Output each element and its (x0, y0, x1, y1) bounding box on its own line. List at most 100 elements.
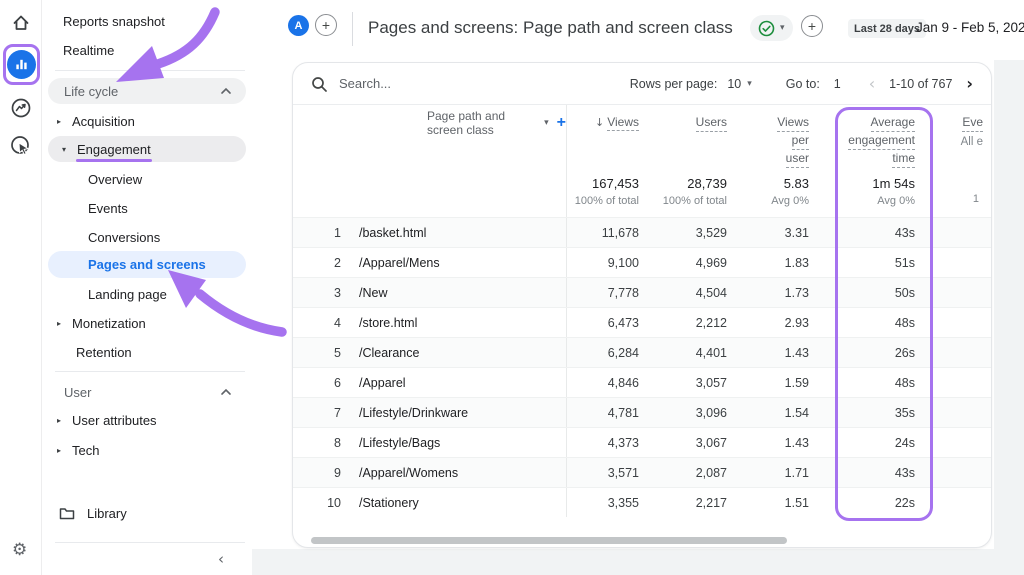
advertising-icon[interactable] (0, 134, 42, 158)
sidebar-item-label: Acquisition (72, 114, 135, 129)
dimension-selector[interactable]: Page path and screen class ▾ + (359, 105, 566, 135)
pagination-prev-icon[interactable]: ‹ (869, 74, 875, 93)
row-index: 1 (293, 226, 341, 240)
sidebar-item-overview[interactable]: Overview (88, 166, 142, 192)
header-index-spacer (293, 105, 341, 169)
sidebar-section-user[interactable]: User (48, 379, 246, 405)
page-title: Pages and screens: Page path and screen … (368, 18, 733, 38)
sidebar-item-tech[interactable]: ▸ Tech (57, 437, 99, 463)
row-views: 6,284 (567, 346, 639, 360)
sidebar-item-engagement[interactable]: ▾ Engagement (48, 136, 246, 162)
row-views-per-user: 1.83 (727, 256, 809, 270)
column-header-views-per-user[interactable]: Views per user (727, 105, 809, 169)
explore-icon[interactable] (0, 96, 42, 120)
row-page-path: /Stationery (341, 488, 567, 517)
row-views: 4,846 (567, 376, 639, 390)
table-row: 5 /Clearance 6,284 4,401 1.43 26s (293, 337, 991, 367)
row-avg-engagement-time: 48s (809, 376, 915, 390)
rows-per-page-select[interactable]: 10 ▾ (727, 77, 751, 91)
row-users: 4,504 (639, 286, 727, 300)
sidebar-divider (55, 542, 245, 543)
section-label: User (64, 385, 91, 400)
sidebar-item-user-attributes[interactable]: ▸ User attributes (57, 407, 157, 433)
sidebar-item-label: Reports snapshot (63, 14, 165, 29)
add-comparison-button[interactable]: + (315, 14, 337, 36)
expand-down-icon: ▾ (62, 145, 66, 154)
search-input[interactable] (337, 75, 487, 92)
row-views: 4,781 (567, 406, 639, 420)
row-users: 3,057 (639, 376, 727, 390)
date-range-chip[interactable]: Last 28 days (848, 19, 926, 38)
totals-value: 1m 54s (872, 176, 915, 191)
column-header-users[interactable]: Users (639, 105, 727, 169)
row-index: 7 (293, 406, 341, 420)
row-views: 11,678 (567, 226, 639, 240)
row-index: 8 (293, 436, 341, 450)
column-label: engagement (848, 132, 915, 150)
section-label: Life cycle (64, 84, 118, 99)
row-page-path: /store.html (341, 308, 567, 337)
add-dimension-icon[interactable]: + (557, 114, 566, 132)
sidebar-item-events[interactable]: Events (88, 195, 128, 221)
row-views-per-user: 1.71 (727, 466, 809, 480)
table-row: 7 /Lifestyle/Drinkware 4,781 3,096 1.54 … (293, 397, 991, 427)
row-index: 5 (293, 346, 341, 360)
date-range-value[interactable]: Jan 9 - Feb 5, 2024 (916, 20, 1024, 35)
home-icon[interactable] (0, 13, 42, 33)
sidebar-item-realtime[interactable]: Realtime (63, 37, 114, 63)
row-users: 3,096 (639, 406, 727, 420)
row-avg-engagement-time: 43s (809, 466, 915, 480)
row-page-path: /Lifestyle/Bags (341, 428, 567, 457)
settings-gear-icon[interactable]: ⚙ (12, 540, 27, 560)
property-avatar[interactable]: A (288, 15, 309, 36)
totals-dimension-spacer (341, 169, 567, 217)
header-divider (352, 12, 353, 46)
column-label: Views (777, 114, 809, 132)
chevron-down-icon: ▾ (747, 79, 752, 89)
add-report-button[interactable]: + (801, 15, 823, 37)
row-index: 9 (293, 466, 341, 480)
totals-event-count: 1 (915, 169, 991, 217)
column-header-views[interactable]: ↓Views (567, 105, 639, 169)
sidebar-item-monetization[interactable]: ▸ Monetization (57, 310, 146, 336)
pagination-next-icon[interactable]: › (966, 74, 973, 93)
reports-icon[interactable] (7, 50, 36, 79)
report-header: A + Pages and screens: Page path and scr… (252, 0, 1024, 60)
folder-icon (59, 506, 75, 520)
column-label: Average (871, 114, 915, 132)
sidebar-item-retention[interactable]: Retention (76, 339, 132, 365)
report-status-badge[interactable]: ▾ (750, 15, 793, 41)
goto-page-input[interactable]: 1 (834, 77, 841, 91)
dimension-header: Page path and screen class ▾ + (341, 105, 567, 169)
sidebar-item-reports-snapshot[interactable]: Reports snapshot (63, 8, 165, 34)
sidebar-item-library[interactable]: Library (59, 500, 127, 526)
column-label: user (786, 150, 809, 168)
row-avg-engagement-time: 50s (809, 286, 915, 300)
column-header-avg-engagement-time[interactable]: Average engagement time (809, 105, 915, 169)
sidebar-collapse-icon[interactable]: ‹ (218, 550, 224, 568)
chevron-down-icon: ▾ (780, 23, 785, 33)
chevron-down-icon: ▾ (544, 118, 549, 128)
sidebar-item-pages-and-screens[interactable]: Pages and screens (48, 251, 246, 278)
row-views-per-user: 1.54 (727, 406, 809, 420)
row-avg-engagement-time: 43s (809, 226, 915, 240)
sidebar-item-landing-page[interactable]: Landing page (88, 281, 167, 307)
totals-value: 167,453 (592, 176, 639, 191)
table-totals-row: 167,453 100% of total 28,739 100% of tot… (293, 169, 991, 217)
totals-index-spacer (293, 169, 341, 217)
column-header-event-count[interactable]: Eve All e (915, 105, 991, 169)
row-views-per-user: 2.93 (727, 316, 809, 330)
column-label: Views (607, 115, 639, 131)
sidebar-section-life-cycle[interactable]: Life cycle (48, 78, 246, 104)
sidebar-divider (55, 70, 245, 71)
chevron-up-icon (220, 87, 232, 95)
row-avg-engagement-time: 22s (809, 496, 915, 510)
horizontal-scrollbar[interactable] (311, 537, 787, 544)
row-avg-engagement-time: 48s (809, 316, 915, 330)
expand-right-icon: ▸ (57, 446, 61, 455)
totals-sub: Avg 0% (877, 195, 915, 207)
sidebar-item-conversions[interactable]: Conversions (88, 224, 160, 250)
row-users: 2,212 (639, 316, 727, 330)
sidebar-item-label: Tech (72, 443, 99, 458)
sidebar-item-acquisition[interactable]: ▸ Acquisition (57, 108, 135, 134)
